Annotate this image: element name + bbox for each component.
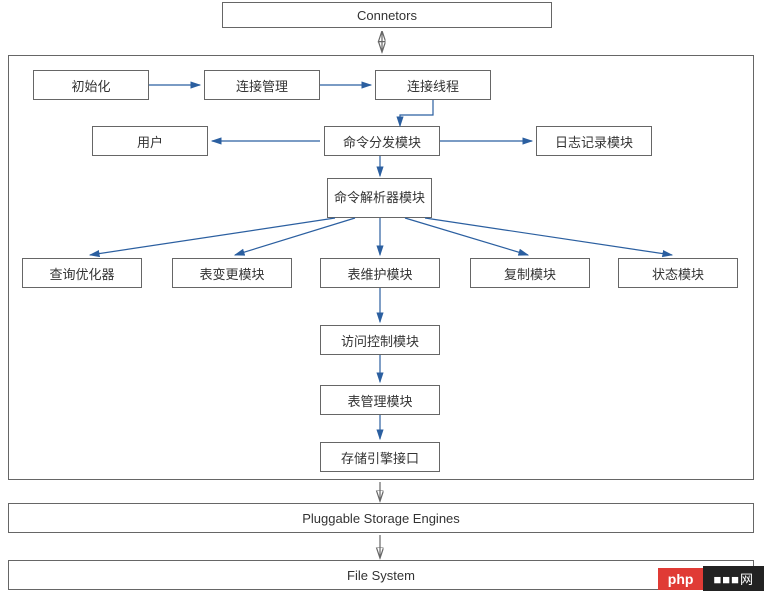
watermark-php: php xyxy=(658,568,704,590)
watermark: php ■■■网 xyxy=(658,566,764,591)
watermark-rest: ■■■网 xyxy=(703,566,764,591)
arrows xyxy=(0,0,764,613)
